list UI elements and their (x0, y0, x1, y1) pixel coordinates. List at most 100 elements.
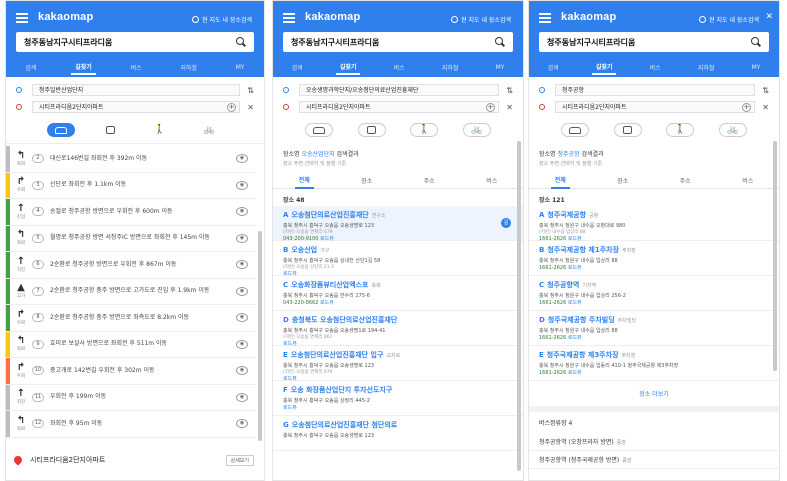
tab-place[interactable]: 장소 (357, 173, 376, 188)
tab-directions[interactable]: 길찾기 (591, 60, 617, 75)
route-step[interactable]: ↑ 진입 4 송절로 청주공항 방면으로 우회전 후 600m 이동 ◉ (6, 199, 256, 226)
result-title[interactable]: 오송첨단의료산업진흥재단 (291, 211, 368, 219)
tab-my[interactable]: MY (748, 62, 765, 73)
tab-all[interactable]: 전체 (550, 172, 570, 189)
result-title[interactable]: 청주국제공항 주차빌딩 (548, 316, 615, 324)
add-waypoint-icon[interactable]: + (742, 103, 751, 112)
result-title[interactable]: 오송산업 (291, 246, 317, 254)
result-title[interactable]: 청주국제공항 (547, 211, 586, 219)
roadview-icon[interactable]: ◉ (236, 180, 248, 190)
route-step[interactable]: ↱ 우회 10 중고개로 142번길 우회전 후 302m 이동 ◉ (6, 358, 256, 385)
map-area-search-toggle[interactable]: 현 지도 내 장소검색 (699, 15, 759, 24)
route-step[interactable]: ▲ 고가 7 2순환로 청주공항 충주 방면으로 고가도로 진입 후 1.9km 이동… (6, 278, 256, 305)
transit-mode-button[interactable] (613, 123, 642, 137)
walk-mode-button[interactable]: 🚶 (410, 123, 439, 137)
roadview-link[interactable]: 로드뷰 (283, 405, 297, 411)
tab-subway[interactable]: 지하철 (438, 61, 463, 74)
swap-icon[interactable]: ⇅ (499, 86, 513, 95)
tab-directions[interactable]: 길찾기 (71, 60, 96, 75)
tab-address[interactable]: 주소 (676, 173, 695, 188)
menu-icon[interactable] (16, 13, 28, 25)
route-step[interactable]: ↱ 우회 3 산단로 좌회전 후 1.1km 이동 ◉ (6, 172, 256, 199)
car-mode-button[interactable] (305, 123, 334, 137)
route-step[interactable]: ↰ 좌회 2 대신로146번길 좌회전 후 392m 이동 ◉ (6, 146, 256, 173)
search-box[interactable]: 청주동남지구시티프라디움 (283, 32, 513, 52)
add-waypoint-icon[interactable]: + (227, 103, 236, 112)
tab-all[interactable]: 전체 (294, 172, 314, 189)
close-icon[interactable]: ✕ (755, 103, 769, 112)
route-step[interactable]: ↱ 우회 8 2순환로 청주공항 충주 방면으로 좌측도로 8.2km 이동 ◉ (6, 305, 256, 332)
roadview-link[interactable]: 로드뷰 (568, 300, 582, 306)
origin-field[interactable]: 청주일반산업단지 (32, 84, 240, 96)
menu-icon[interactable] (539, 13, 551, 25)
bike-mode-button[interactable]: 🚲 (195, 123, 223, 137)
swap-icon[interactable]: ⇅ (240, 86, 254, 95)
bike-mode-button[interactable]: 🚲 (462, 123, 491, 137)
result-phone[interactable]: 1661-2626 (539, 300, 566, 306)
result-item[interactable]: G 오송첨단의료산업진흥재단 첨단의료 충북 청주시 흥덕구 오송읍 오송생명로 1… (273, 416, 523, 451)
roadview-icon[interactable]: ◉ (236, 260, 248, 270)
route-step[interactable]: ↑ 직진 6 2순환로 청주공항 방면으로 우회전 후 867m 이동 ◉ (6, 252, 256, 279)
roadview-link[interactable]: 로드뷰 (568, 265, 582, 271)
search-icon[interactable] (751, 37, 761, 47)
tab-search[interactable]: 검색 (21, 61, 40, 74)
result-phone[interactable]: 1661-2626 (539, 335, 566, 341)
result-title[interactable]: 오송 화장품산업단지 투자선도지구 (291, 386, 392, 394)
result-title[interactable]: 청주공항역 (547, 281, 579, 289)
tab-search[interactable]: 검색 (544, 61, 563, 74)
roadview-icon[interactable]: ◉ (236, 339, 248, 349)
result-title[interactable]: 오송첨단의료산업진흥재단 입구 (291, 351, 384, 359)
result-item[interactable]: B 청주국제공항 제1주차장 주차장 충북 청주시 청원구 내수읍 입상리 88 166… (529, 241, 779, 276)
car-mode-button[interactable] (46, 123, 75, 137)
tab-my[interactable]: MY (232, 62, 249, 73)
roadview-icon[interactable]: ◉ (236, 313, 248, 323)
menu-icon[interactable] (283, 13, 295, 25)
close-icon[interactable]: ✕ (240, 103, 254, 112)
tab-directions[interactable]: 길찾기 (335, 60, 361, 75)
search-icon[interactable] (236, 37, 246, 47)
roadview-icon[interactable]: ◉ (236, 419, 248, 429)
origin-field[interactable]: 오송생명과학단지/오송첨단의료산업진흥재단 (299, 84, 499, 96)
destination-field[interactable]: 시티프라디움2단지아파트 + (555, 101, 755, 113)
bus-stop-item[interactable]: 청주공항역 (청주국제공항 방면) 중앙 (529, 451, 779, 469)
tab-place[interactable]: 장소 (613, 173, 632, 188)
tab-search[interactable]: 검색 (288, 61, 307, 74)
route-step[interactable]: ↑ 직진 11 우회전 후 199m 이동 ◉ (6, 384, 256, 411)
close-icon[interactable]: ✕ (765, 12, 773, 22)
result-item[interactable]: F 오송 화장품산업단지 투자선도지구 충북 청주시 흥덕구 오송읍 상정리 445… (273, 381, 523, 416)
result-item[interactable]: E 청주국제공항 제3주차장 주차장 충북 청주시 청원구 내수읍 입동리 410-1… (529, 346, 779, 381)
tab-bus[interactable]: 버스 (646, 61, 665, 74)
result-item[interactable]: D 충청북도 오송첨단의료산업진흥재단 충북 청주시 흥덕구 오송읍 오송생명1로 … (273, 311, 523, 347)
result-title[interactable]: 청주국제공항 제3주차장 (547, 351, 619, 359)
result-item[interactable]: C 오송화장품뷰티산업엑스포 축제 충북 청주시 흥덕구 오송읍 만수리 275-6 0… (273, 276, 523, 311)
result-item[interactable]: A 오송첨단의료산업진흥재단 연구소 충북 청주시 흥덕구 오송읍 오송생명로 123… (273, 206, 523, 242)
tab-bus-stop[interactable]: 버스 (482, 173, 501, 188)
tab-address[interactable]: 주소 (420, 173, 439, 188)
search-input[interactable]: 청주동남지구시티프라디움 (24, 37, 236, 48)
search-box[interactable]: 청주동남지구시티프라디움 (16, 32, 254, 52)
tab-bus[interactable]: 버스 (390, 61, 409, 74)
result-title[interactable]: 충청북도 오송첨단의료산업진흥재단 (292, 316, 397, 324)
map-area-search-toggle[interactable]: 현 지도 내 장소검색 (192, 15, 252, 24)
transit-mode-button[interactable] (357, 123, 386, 137)
destination-field[interactable]: 시티프라디움2단지아파트 + (32, 101, 240, 113)
search-input[interactable]: 청주동남지구시티프라디움 (547, 37, 751, 48)
add-waypoint-icon[interactable]: + (486, 103, 495, 112)
scrollbar[interactable] (258, 231, 262, 441)
bus-stop-item[interactable]: 청주공항역 (오창프라자 방면) 중앙 (529, 433, 779, 451)
result-item[interactable]: E 오송첨단의료산업진흥재단 입구 교차로 충북 청주시 흥덕구 오송읍 오송생명로 … (273, 346, 523, 382)
result-phone[interactable]: 1661-2626 (539, 265, 566, 271)
origin-field[interactable]: 청주공항 (555, 84, 755, 96)
result-item[interactable]: A 청주국제공항 공항 충북 청주시 청원구 내수읍 오창대로 980 (지번) 내수읍… (529, 206, 779, 242)
bike-mode-button[interactable]: 🚲 (718, 123, 747, 137)
tab-bus[interactable]: 버스 (127, 61, 146, 74)
result-item[interactable]: B 오송산업 가구 충북 청주시 흥덕구 오송읍 상내천 산단1길 58 (지번) 오송… (273, 241, 523, 277)
scrollbar[interactable] (773, 141, 777, 371)
route-step[interactable]: ↰ 좌회 12 좌회전 후 95m 이동 ◉ (6, 411, 256, 438)
walk-mode-button[interactable]: 🚶 (666, 123, 695, 137)
search-input[interactable]: 청주동남지구시티프라디움 (291, 37, 495, 48)
result-title[interactable]: 청주국제공항 제1주차장 (547, 246, 619, 254)
search-box[interactable]: 청주동남지구시티프라디움 (539, 32, 769, 52)
route-step[interactable]: ↰ 좌회 9 효미로 보살사 방면으로 좌회전 후 511m 이동 ◉ (6, 331, 256, 358)
tab-bus-stop[interactable]: 버스 (738, 173, 757, 188)
